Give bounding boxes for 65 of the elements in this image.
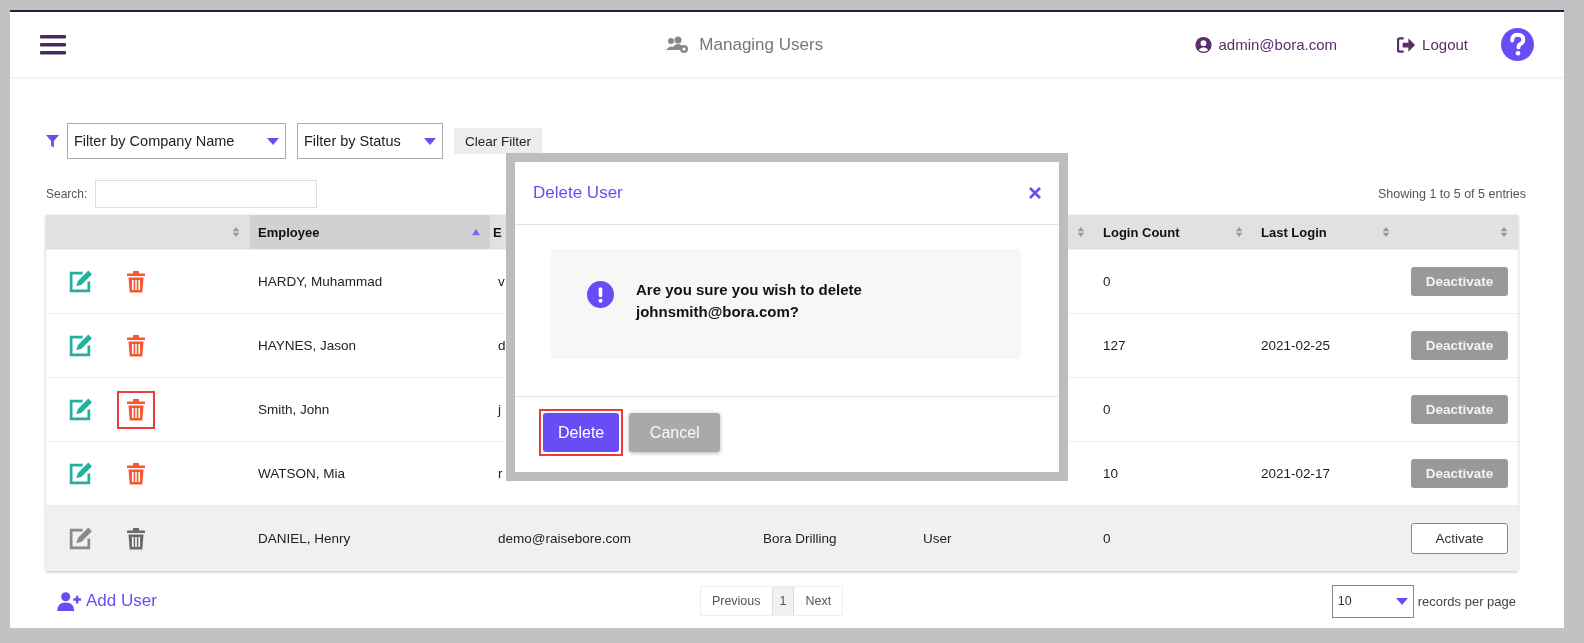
table-cell: 0 xyxy=(1103,274,1111,289)
confirmation-message: Are you sure you wish to delete johnsmith@bora.com? xyxy=(636,280,863,322)
trash-icon[interactable] xyxy=(127,462,145,485)
edit-icon[interactable] xyxy=(68,334,93,357)
column-header[interactable]: E xyxy=(493,224,502,240)
dialog-title: Delete User xyxy=(533,183,623,203)
table-cell: HAYNES, Jason xyxy=(258,338,357,353)
dropdown-caret-icon xyxy=(267,137,279,145)
sort-icon[interactable] xyxy=(1382,227,1390,237)
table-cell: 0 xyxy=(1103,402,1111,417)
table-cell: 10 xyxy=(1103,466,1119,481)
search-field[interactable] xyxy=(95,180,318,208)
table-cell: 127 xyxy=(1103,338,1126,353)
table-cell: Smith, John xyxy=(258,402,330,417)
add-user-link[interactable]: Add User xyxy=(57,591,157,611)
users-gear-icon xyxy=(666,35,691,54)
trash-icon[interactable] xyxy=(127,398,145,421)
page-size-dropdown[interactable]: 10 xyxy=(1331,584,1414,618)
sort-icon[interactable] xyxy=(232,227,240,237)
edit-icon[interactable] xyxy=(68,462,93,485)
table-cell: DANIEL, Henry xyxy=(258,531,351,546)
add-user-icon xyxy=(57,591,82,611)
search-label: Search: xyxy=(46,187,88,201)
sort-icon[interactable] xyxy=(1077,227,1085,237)
column-header[interactable]: Login Count xyxy=(1103,224,1180,240)
page-size-label: records per page xyxy=(1417,593,1516,609)
entries-info: Showing 1 to 5 of 5 entries xyxy=(1378,187,1526,201)
table-cell: r xyxy=(498,466,503,481)
table-cell: Bora Drilling xyxy=(763,531,837,546)
clear-filter-button[interactable]: Clear Filter xyxy=(454,128,542,154)
table-cell: 2021-02-17 xyxy=(1261,466,1331,481)
delete-button[interactable]: Delete xyxy=(543,413,620,452)
company-filter-dropdown[interactable]: Filter by Company Name xyxy=(67,123,286,159)
current-page-button[interactable]: 1 xyxy=(771,587,795,615)
table-cell: 2021-02-25 xyxy=(1261,338,1331,353)
edit-icon[interactable] xyxy=(68,270,93,293)
filter-icon xyxy=(46,134,59,148)
column-header[interactable]: Employee xyxy=(258,224,320,240)
page-title: Managing Users xyxy=(699,34,824,55)
logout-link[interactable]: Logout xyxy=(1397,35,1468,54)
table-cell: demo@raisebore.com xyxy=(498,531,631,546)
exclamation-icon xyxy=(587,281,614,308)
trash-icon[interactable] xyxy=(127,270,145,293)
user-account-link[interactable]: admin@bora.com xyxy=(1193,35,1338,54)
table-cell: HARDY, Muhammad xyxy=(258,274,383,289)
table-cell: j xyxy=(498,402,501,417)
table-cell: v xyxy=(498,274,505,289)
table-cell: WATSON, Mia xyxy=(258,466,345,481)
status-filter-dropdown[interactable]: Filter by Status xyxy=(297,123,443,159)
sort-icon[interactable] xyxy=(1500,227,1508,237)
column-header[interactable]: Last Login xyxy=(1261,224,1327,240)
menu-icon[interactable] xyxy=(40,33,66,56)
dropdown-caret-icon xyxy=(424,137,436,145)
dropdown-caret-icon xyxy=(1395,597,1408,605)
sort-icon[interactable] xyxy=(1235,227,1243,237)
user-circle-icon xyxy=(1193,35,1213,54)
sort-ascending-icon[interactable] xyxy=(472,227,480,237)
help-icon[interactable] xyxy=(1501,28,1534,61)
logout-icon xyxy=(1397,35,1417,54)
edit-icon[interactable] xyxy=(68,398,93,421)
table-cell: User xyxy=(923,531,952,546)
trash-icon[interactable] xyxy=(127,334,145,357)
table-cell: d xyxy=(498,338,506,353)
table-cell: 0 xyxy=(1103,531,1111,546)
close-icon[interactable] xyxy=(1029,187,1041,199)
